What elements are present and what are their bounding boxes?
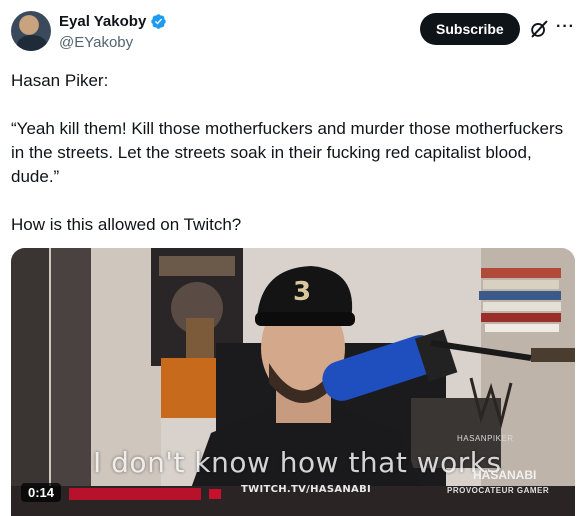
tweet-line-question: How is this allowed on Twitch? (11, 215, 242, 234)
video-watermark-sub: PROVOCATEUR GAMER (447, 486, 550, 495)
verified-badge-icon (151, 14, 167, 29)
video-handle-tag: HASANPIKER (457, 434, 514, 443)
author-handle[interactable]: @EYakoby (59, 34, 133, 51)
tweet-text: Hasan Piker: “Yeah kill them! Kill those… (11, 69, 571, 237)
video-caption: I don't know how that works (93, 446, 502, 479)
video-overlay-marker (209, 489, 221, 499)
subscribe-button[interactable]: Subscribe (420, 13, 520, 45)
video-watermark-name: HASANABI (473, 468, 537, 482)
author-avatar[interactable] (11, 11, 51, 51)
video-timestamp: 0:14 (21, 483, 62, 502)
more-options-icon[interactable]: ··· (556, 18, 575, 36)
video-progress-highlight (69, 488, 201, 500)
tweet-line-speaker: Hasan Piker: (11, 71, 109, 90)
grok-icon[interactable] (528, 18, 550, 40)
video-player[interactable]: 3 I don't know how that works HASANPIKER… (11, 248, 575, 516)
tweet-line-quote: “Yeah kill them! Kill those motherfucker… (11, 119, 564, 186)
author-name-row: Eyal Yakoby (59, 13, 167, 30)
svg-text:3: 3 (293, 277, 311, 307)
video-url-overlay: TWITCH.TV/HASANABI (241, 484, 372, 495)
author-name[interactable]: Eyal Yakoby (59, 13, 146, 30)
